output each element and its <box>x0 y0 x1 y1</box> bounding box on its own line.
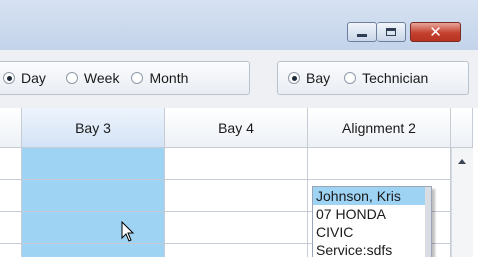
schedule-cell-bay-3[interactable] <box>22 148 165 180</box>
minimize-button[interactable] <box>347 22 377 42</box>
schedule-cell-bay-3[interactable] <box>22 244 165 257</box>
appointment-service: Service:sdfs <box>316 242 393 257</box>
appointment-scrollbar[interactable] <box>425 187 431 257</box>
schedule-cell-alignment-2[interactable] <box>308 148 451 180</box>
column-header-bay-3[interactable]: Bay 3 <box>22 108 165 148</box>
radio-technician[interactable]: Technician <box>344 70 428 86</box>
schedule-cell-bay-4[interactable] <box>165 180 308 212</box>
time-column-header <box>0 108 22 148</box>
radio-month-label: Month <box>149 70 189 86</box>
column-header-bay-4[interactable]: Bay 4 <box>165 108 308 148</box>
maximize-icon <box>386 28 396 36</box>
view-period-group: Day Week Month <box>0 61 250 95</box>
minimize-icon <box>357 33 367 37</box>
radio-month[interactable]: Month <box>131 70 188 86</box>
time-cell <box>0 148 22 180</box>
time-cell <box>0 244 22 257</box>
appointment-customer: Johnson, Kris <box>313 187 431 205</box>
radio-week-label: Week <box>83 70 120 86</box>
maximize-button[interactable] <box>377 22 406 42</box>
close-button[interactable]: ✕ <box>410 22 461 42</box>
vertical-scrollbar[interactable] <box>451 148 473 257</box>
appointment-vehicle-model: CIVIC <box>316 224 354 240</box>
schedule-cell-bay-4[interactable] <box>165 212 308 244</box>
radio-bay[interactable]: Bay <box>288 70 330 86</box>
radio-day-label: Day <box>21 70 46 86</box>
title-bar: ✕ <box>0 0 478 50</box>
appointment-card[interactable]: Johnson, Kris 07 HONDA CIVIC Service:sdf… <box>312 186 432 257</box>
scroll-up-icon[interactable] <box>458 159 466 164</box>
radio-bay-indicator[interactable] <box>288 72 300 84</box>
radio-week[interactable]: Week <box>65 70 120 86</box>
group-by-group: Bay Technician <box>277 61 469 95</box>
close-icon: ✕ <box>429 22 442 41</box>
torn-edge-bottom <box>0 257 489 265</box>
radio-bay-label: Bay <box>306 70 331 86</box>
view-toolbar: Day Week Month Bay Technician <box>0 50 478 108</box>
schedule-cell-bay-3[interactable] <box>22 212 165 244</box>
radio-week-indicator[interactable] <box>65 72 78 84</box>
schedule-grid: Bay 3 Bay 4 Alignment 2 Johnson, Kris 07… <box>0 108 478 257</box>
column-header-label: Bay 3 <box>75 119 111 136</box>
column-header-alignment-2[interactable]: Alignment 2 <box>308 108 451 148</box>
radio-day-indicator[interactable] <box>3 72 15 84</box>
time-cell <box>0 180 22 212</box>
appointment-vehicle-make: 07 HONDA <box>316 206 387 222</box>
header-spacer <box>451 108 473 148</box>
scheduler-window: ✕ Day Week Month Bay Technician Bay 3 Ba… <box>0 0 478 257</box>
radio-day[interactable]: Day <box>3 70 46 86</box>
radio-month-indicator[interactable] <box>131 72 144 84</box>
schedule-cell-bay-4[interactable] <box>165 244 308 257</box>
radio-technician-label: Technician <box>362 70 429 86</box>
time-cell <box>0 212 22 244</box>
mouse-pointer-icon <box>121 221 135 242</box>
schedule-cell-bay-3[interactable] <box>22 180 165 212</box>
radio-technician-indicator[interactable] <box>344 72 357 84</box>
torn-edge-right <box>478 0 489 265</box>
schedule-cell-bay-4[interactable] <box>165 148 308 180</box>
column-header-label: Alignment 2 <box>342 119 416 136</box>
column-header-label: Bay 4 <box>218 119 254 136</box>
